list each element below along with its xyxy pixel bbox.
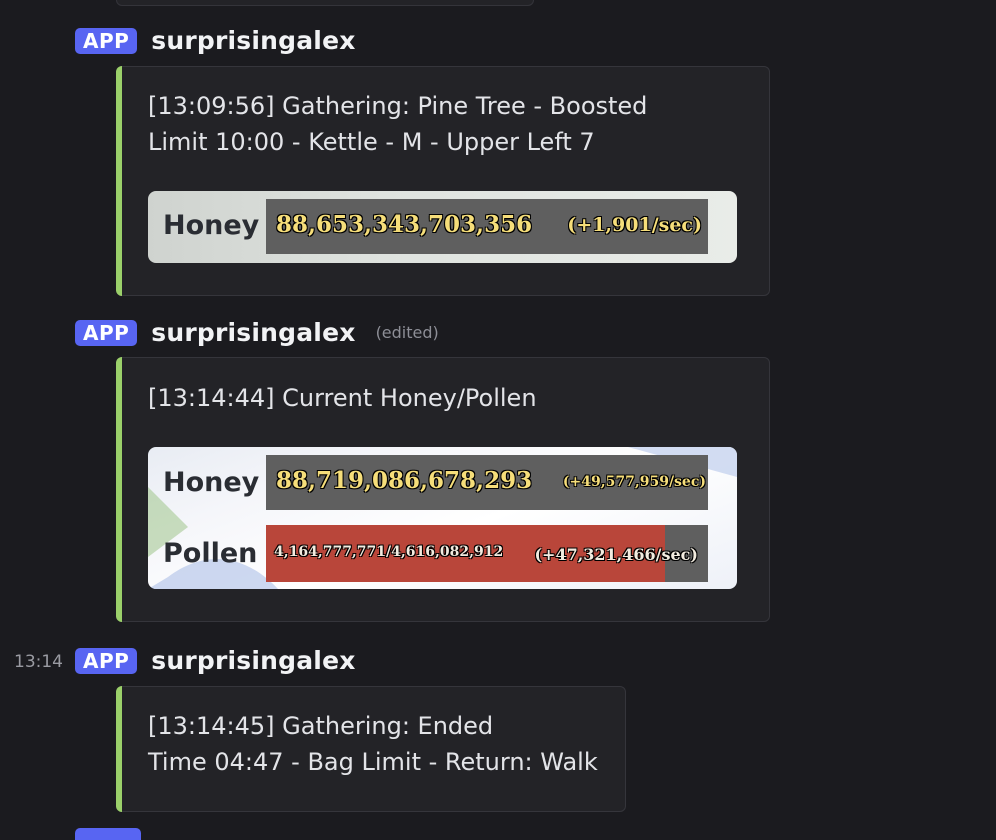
- honey-pollen-stats-image[interactable]: Honey 88,719,086,678,293 (+49,577,959/se…: [148, 447, 737, 589]
- honey-label: Honey: [163, 210, 260, 241]
- pollen-label: Pollen: [163, 538, 258, 569]
- embed-line: [13:09:56] Gathering: Pine Tree - Booste…: [148, 92, 648, 120]
- edited-label: (edited): [375, 323, 439, 342]
- honey-label: Honey: [163, 467, 260, 498]
- embed-line: [13:14:44] Current Honey/Pollen: [148, 384, 537, 412]
- username[interactable]: surprisingalex: [151, 26, 355, 55]
- embed-accent-bar: [116, 357, 122, 622]
- honey-stats-image[interactable]: Honey 88,653,343,703,356 (+1,901/sec): [148, 191, 737, 263]
- pollen-rate: (+47,321,466/sec): [534, 545, 698, 564]
- message-embed: [13:09:56] Gathering: Pine Tree - Booste…: [116, 66, 770, 296]
- embed-line: [13:14:45] Gathering: Ended: [148, 712, 494, 740]
- honey-bar: 88,719,086,678,293 (+49,577,959/sec): [266, 455, 708, 510]
- message-header: APP surprisingalex: [75, 646, 356, 675]
- honey-bar: 88,653,343,703,356 (+1,901/sec): [266, 199, 708, 254]
- previous-embed-fragment: [116, 0, 534, 6]
- message-header: APP surprisingalex (edited): [75, 318, 439, 347]
- username[interactable]: surprisingalex: [151, 646, 355, 675]
- honey-value: 88,653,343,703,356: [276, 211, 533, 238]
- next-app-badge-fragment: [75, 828, 141, 840]
- app-badge: APP: [75, 27, 138, 54]
- message-header: APP surprisingalex: [75, 26, 356, 55]
- embed-line: Limit 10:00 - Kettle - M - Upper Left 7: [148, 128, 595, 156]
- honey-value: 88,719,086,678,293: [276, 467, 533, 494]
- message-embed: [13:14:44] Current Honey/Pollen Honey 88…: [116, 357, 770, 622]
- pollen-bar: 4,164,777,771/4,616,082,912 (+47,321,466…: [266, 525, 708, 582]
- embed-accent-bar: [116, 686, 122, 812]
- embed-accent-bar: [116, 66, 122, 296]
- app-badge: APP: [75, 319, 138, 346]
- embed-line: Time 04:47 - Bag Limit - Return: Walk: [148, 748, 598, 776]
- honey-rate: (+1,901/sec): [567, 214, 702, 236]
- message-timestamp[interactable]: 13:14: [14, 652, 63, 672]
- honey-rate: (+49,577,959/sec): [562, 474, 706, 490]
- pollen-value: 4,164,777,771/4,616,082,912: [274, 544, 504, 560]
- message-embed: [13:14:45] Gathering: Ended Time 04:47 -…: [116, 686, 626, 812]
- username[interactable]: surprisingalex: [151, 318, 355, 347]
- app-badge: APP: [75, 647, 138, 674]
